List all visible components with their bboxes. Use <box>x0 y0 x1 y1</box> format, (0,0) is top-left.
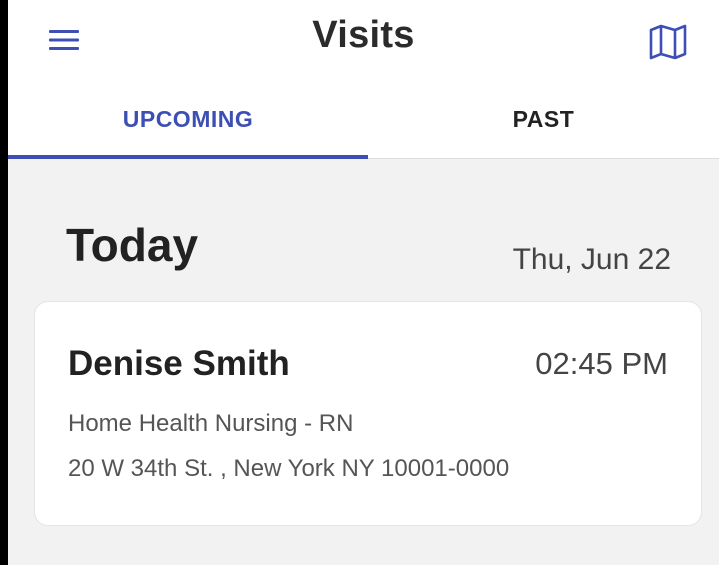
page-title: Visits <box>312 14 415 56</box>
section-date: Thu, Jun 22 <box>512 243 671 276</box>
visit-address: 20 W 34th St. , New York NY 10001-0000 <box>68 455 510 482</box>
visit-card[interactable]: Denise Smith 02:45 PM Home Health Nursin… <box>34 301 702 526</box>
tab-past[interactable]: PAST <box>368 80 719 158</box>
tab-upcoming[interactable]: UPCOMING <box>8 80 368 158</box>
visit-time: 02:45 PM <box>535 346 668 381</box>
map-icon <box>649 24 687 60</box>
map-button[interactable] <box>646 20 690 64</box>
app-header: Visits <box>8 0 719 80</box>
visit-service: Home Health Nursing - RN <box>68 410 354 437</box>
visit-tabs: UPCOMING PAST <box>8 80 719 159</box>
section-title: Today <box>66 219 199 271</box>
active-tab-indicator <box>8 155 368 159</box>
window-edge <box>0 0 8 565</box>
patient-name: Denise Smith <box>68 344 290 383</box>
